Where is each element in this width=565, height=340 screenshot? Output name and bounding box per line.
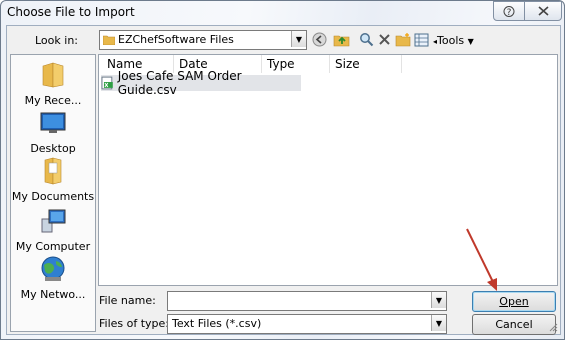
import-dialog: Choose File to Import ? Look in: EZChefS… [0, 0, 565, 340]
annotation-arrow [466, 228, 497, 291]
